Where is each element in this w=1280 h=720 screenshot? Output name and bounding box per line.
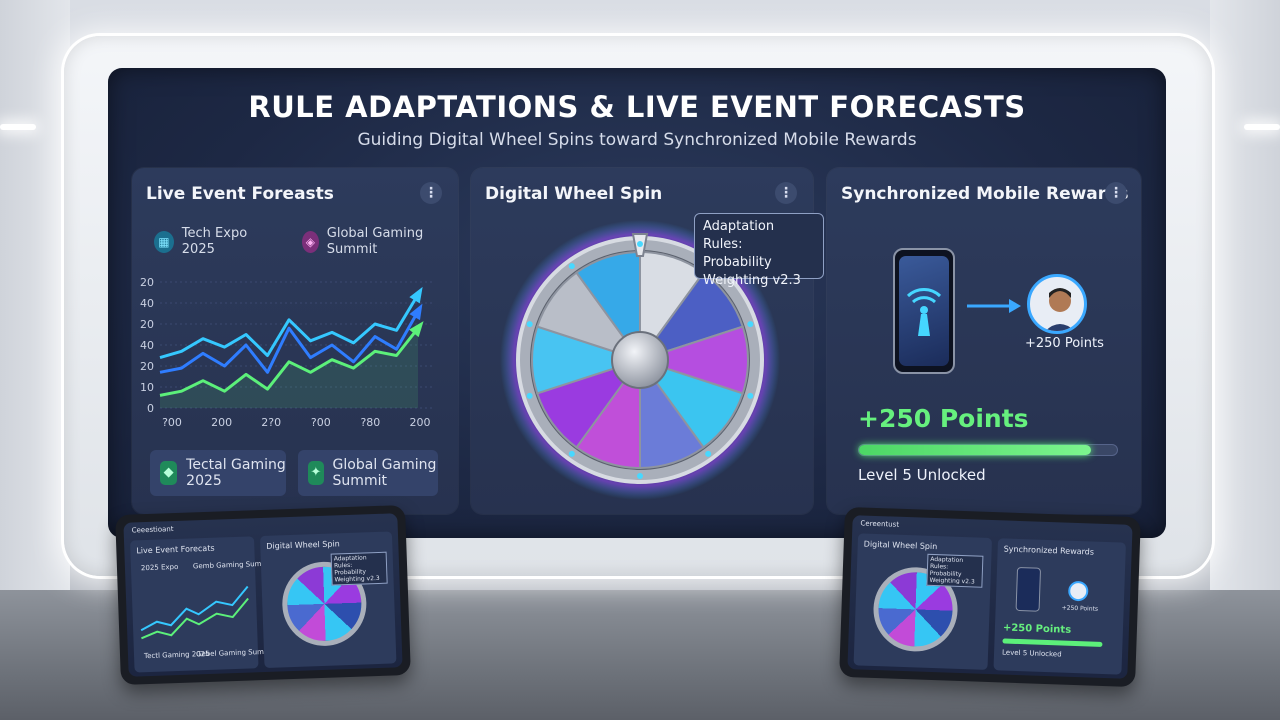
tablet-left-tooltip: Adaptation Rules: Probability Weighting … [330, 551, 388, 586]
wheel-hub[interactable] [611, 331, 669, 389]
adaptation-rules-tooltip: Adaptation Rules: Probability Weighting … [694, 213, 824, 288]
avatar [1027, 274, 1087, 334]
calendar-icon: ▦ [154, 231, 174, 253]
event-box-1-label: Tectal Gaming 2025 [186, 457, 286, 489]
wheel-light-dot [526, 321, 533, 328]
tablet-right-points: +250 Points [1002, 622, 1072, 636]
tablet-left-wheel-title: Digital Wheel Spin [266, 539, 340, 551]
event-tag-2-label: Global Gaming Summit [326, 226, 424, 257]
x-tick-label: 200 [211, 416, 232, 429]
tablet-right-screen: Cereentust Digital Wheel Spin Adaptation… [847, 515, 1133, 679]
tablet-left-mini-chart [140, 585, 249, 640]
x-tick-label: ?80 [360, 416, 380, 429]
wall-light-left [0, 124, 36, 130]
event-tag-2[interactable]: ◈ Global Gaming Summit [302, 226, 442, 258]
tablet-right-rewards: Synchronized Rewards +250 Points +250 Po… [993, 538, 1126, 675]
page-title: RULE ADAPTATIONS & LIVE EVENT FORECASTS [248, 90, 1026, 124]
arrow-right-icon [967, 299, 1021, 313]
wheel-light-dot [747, 392, 754, 399]
x-tick-label: 2?0 [261, 416, 281, 429]
tablet-left-event-1: 2025 Expo [140, 562, 179, 573]
points-earned: +250 Points [858, 404, 1029, 433]
series-line [159, 293, 420, 360]
level-progress-bar [858, 444, 1118, 456]
y-tick-label: 20 [140, 360, 154, 373]
tablet-right-header: Cereentust [860, 519, 900, 529]
tablet-right-tooltip: Adaptation Rules: Probability Weighting … [926, 553, 984, 588]
phone-screen [899, 256, 949, 366]
rewards-panel-title: Synchronized Mobile Rewards [841, 184, 1129, 204]
gamepad-icon: ◆ [160, 461, 178, 485]
tablet-right-avatar [1067, 580, 1089, 602]
tablet-right-wheel-title: Digital Wheel Spin [863, 539, 938, 552]
tablet-left-forecast: Live Event Forecats 2025 Expo Gemb Gamin… [130, 536, 276, 673]
tooltip-line-2: Probability [703, 255, 772, 270]
wheel-panel-title: Digital Wheel Spin [485, 184, 663, 204]
wheel-light-dot [705, 450, 712, 457]
tablet-left-wheel: Digital Wheel Spin Adaptation Rules: Pro… [259, 531, 397, 668]
wheel-menu-icon[interactable]: ⋮ [775, 182, 797, 204]
y-tick-label: 40 [140, 339, 154, 352]
tablet-right-progress [1002, 638, 1103, 647]
wall-light-right [1244, 124, 1280, 130]
event-tag-1-label: Tech Expo 2025 [181, 226, 248, 257]
tablet-left-screen: Ceeestioant Live Event Forecats 2025 Exp… [123, 513, 403, 677]
y-tick-label: 20 [140, 276, 154, 289]
tablet-right-rewards-title: Synchronized Rewards [1003, 544, 1095, 557]
y-tick-label: 40 [140, 297, 154, 310]
rewards-menu-icon[interactable]: ⋮ [1105, 182, 1127, 204]
level-status: Level 5 Unlocked [858, 466, 986, 484]
y-tick-label: 0 [147, 402, 154, 415]
tablet-left-forecast-title: Live Event Forecats [136, 543, 215, 556]
event-box-2-label: Global Gaming Summit [332, 457, 437, 489]
forecast-panel-title: Live Event Foreasts [146, 184, 334, 204]
tooltip-line-1: Adaptation Rules: [703, 219, 775, 252]
x-tick-label: 200 [410, 416, 431, 429]
page-subtitle: Guiding Digital Wheel Spins toward Synch… [357, 130, 917, 150]
tablet-right: Cereentust Digital Wheel Spin Adaptation… [839, 506, 1141, 688]
controller-icon: ✦ [308, 461, 324, 485]
tablet-right-phone [1015, 566, 1042, 612]
x-tick-label: ?00 [162, 416, 182, 429]
forecast-panel: Live Event Foreasts ⋮ ▦ Tech Expo 2025 ◈… [132, 168, 458, 514]
wheel-light-dot [526, 392, 533, 399]
x-tick-label: ?00 [311, 416, 331, 429]
wheel-light-dot [637, 241, 643, 247]
forecast-menu-icon[interactable]: ⋮ [420, 182, 442, 204]
y-tick-label: 20 [140, 318, 154, 331]
signal-tower-icon [906, 288, 942, 336]
forecast-line-chart: 0 10 20 40 20 40 20 ?00 200 2?0 ?00 ?80 200 [140, 276, 432, 429]
tablet-left-header: Ceeestioant [131, 525, 174, 535]
main-screen: RULE ADAPTATIONS & LIVE EVENT FORECASTS … [108, 68, 1166, 538]
tablet-right-level: Level 5 Unlocked [1001, 648, 1062, 659]
user-points-label: +250 Points [1025, 336, 1104, 351]
series-arrowhead [409, 286, 423, 304]
y-tick-label: 10 [140, 381, 154, 394]
gamepad-icon: ◈ [302, 231, 319, 253]
phone [893, 248, 955, 374]
tooltip-line-3: Weighting v2.3 [703, 273, 801, 288]
event-tag-1[interactable]: ▦ Tech Expo 2025 [154, 226, 274, 258]
level-progress-fill [859, 445, 1092, 455]
event-box-2[interactable]: ✦ Global Gaming Summit [298, 450, 438, 496]
wheel-light-dot [568, 450, 575, 457]
tablet-left: Ceeestioant Live Event Forecats 2025 Exp… [115, 504, 411, 686]
event-box-1[interactable]: ◆ Tectal Gaming 2025 [150, 450, 286, 496]
wheel-light-dot [568, 263, 575, 270]
wheel-light-dot [637, 473, 643, 479]
tablet-right-wheel: Digital Wheel Spin Adaptation Rules: Pro… [853, 533, 993, 670]
tablet-right-user-points: +250 Points [1061, 604, 1099, 613]
wheel-light-dot [747, 321, 754, 328]
